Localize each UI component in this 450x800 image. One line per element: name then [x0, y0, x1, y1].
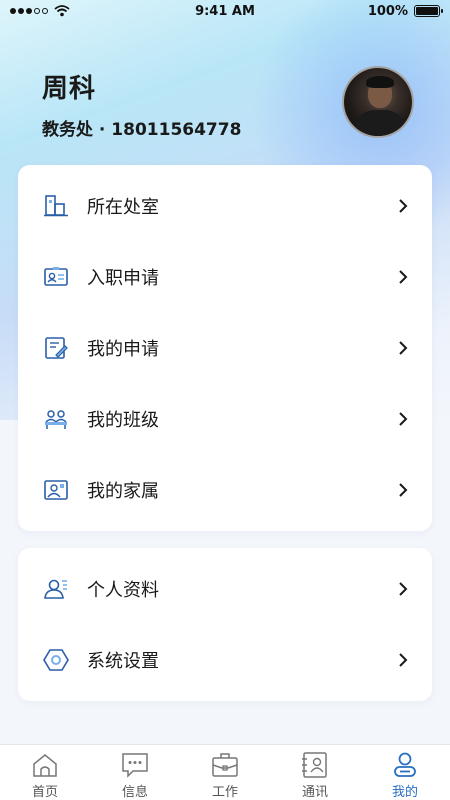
office-building-icon — [43, 193, 69, 219]
briefcase-icon — [212, 753, 238, 777]
menu-card-primary: 所在处室 入职申请 我的申请 我的班级 我的家属 — [18, 165, 432, 531]
tab-messages[interactable]: 信息 — [90, 745, 180, 800]
menu-label: 我的申请 — [87, 338, 159, 360]
menu-label: 我的家属 — [87, 480, 159, 502]
profile-header: 周科 教务处 · 18011564778 — [42, 68, 241, 140]
tab-label: 首页 — [31, 785, 58, 800]
id-card-icon — [43, 264, 69, 290]
person-profile-icon — [43, 576, 69, 602]
classroom-icon — [43, 406, 69, 432]
menu-item-my-applications[interactable]: 我的申请 — [18, 312, 432, 383]
chevron-right-icon — [399, 482, 408, 497]
tab-label: 工作 — [211, 785, 238, 800]
document-edit-icon — [43, 335, 69, 361]
menu-label: 个人资料 — [87, 579, 159, 601]
tab-contacts[interactable]: 通讯 — [270, 745, 360, 800]
chevron-right-icon — [399, 340, 408, 355]
battery-icon — [414, 5, 443, 17]
menu-label: 入职申请 — [87, 267, 159, 289]
message-icon — [122, 753, 148, 778]
menu-item-settings[interactable]: 系统设置 — [18, 624, 432, 695]
tab-me[interactable]: 我的 — [360, 745, 450, 800]
chevron-right-icon — [399, 652, 408, 667]
tab-label: 我的 — [391, 785, 418, 800]
menu-item-personal-info[interactable]: 个人资料 — [18, 553, 432, 624]
menu-label: 所在处室 — [87, 196, 159, 218]
chevron-right-icon — [399, 411, 408, 426]
profile-subtitle: 教务处 · 18011564778 — [42, 120, 242, 140]
menu-card-secondary: 个人资料 系统设置 — [18, 548, 432, 701]
menu-label: 我的班级 — [87, 409, 159, 431]
menu-label: 系统设置 — [87, 650, 159, 672]
settings-hexagon-icon — [43, 647, 69, 673]
status-bar: 9:41 AM 100% — [0, 0, 450, 22]
user-icon — [394, 752, 416, 777]
family-photo-icon — [43, 477, 69, 503]
tab-home[interactable]: 首页 — [0, 745, 90, 800]
contacts-icon — [302, 752, 327, 778]
menu-item-onboarding[interactable]: 入职申请 — [18, 241, 432, 312]
avatar[interactable] — [342, 66, 414, 138]
menu-item-office[interactable]: 所在处室 — [18, 170, 432, 241]
tab-work[interactable]: 工作 — [180, 745, 270, 800]
chevron-right-icon — [399, 269, 408, 284]
profile-name: 周科 — [42, 74, 97, 104]
menu-item-my-family[interactable]: 我的家属 — [18, 454, 432, 525]
home-icon — [33, 754, 57, 777]
status-time: 9:41 AM — [195, 3, 255, 19]
menu-item-my-class[interactable]: 我的班级 — [18, 383, 432, 454]
tab-label: 信息 — [121, 785, 148, 800]
chevron-right-icon — [399, 581, 408, 596]
chevron-right-icon — [399, 198, 408, 213]
tab-label: 通讯 — [301, 785, 328, 800]
bottom-tab-bar: 首页 信息 工作 通讯 我的 — [0, 744, 450, 800]
